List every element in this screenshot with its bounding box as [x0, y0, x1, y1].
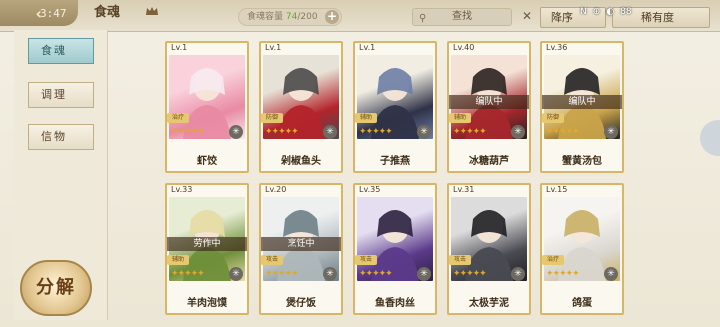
system-status-bar: N ⊕ ◐ 88	[580, 5, 632, 19]
food-soul-card[interactable]: Lv.36 防御 ✦✦✦✦✦ ✳ 蟹黄汤包 编队中	[540, 41, 624, 173]
role-badge: 攻击	[449, 255, 471, 265]
status-icon: ⊕	[592, 7, 601, 17]
tab-label: 食魂	[41, 44, 67, 57]
search-input[interactable]: ⚲ 查找	[412, 8, 512, 26]
card-level: Lv.1	[359, 43, 376, 52]
card-name: 虾饺	[197, 156, 217, 167]
top-bar: ‹ 3:47 食魂 食魂容量 74/200 + ⚲ 查找 ✕ 降序 稀有度 N …	[0, 0, 720, 32]
role-badge: 治疗	[542, 255, 564, 265]
status-tag: 编队中	[449, 95, 529, 109]
card-name: 鱼香肉丝	[375, 298, 415, 309]
food-soul-card[interactable]: Lv.1 治疗 ✦✦✦✦✦ ✳ 虾饺	[165, 41, 249, 173]
decompose-button[interactable]: 分解	[20, 260, 92, 316]
sort-label: 降序	[551, 11, 573, 24]
card-name: 太极芋泥	[469, 298, 509, 309]
tab-food-soul[interactable]: 食魂	[28, 38, 94, 64]
role-badge: 防御	[261, 113, 283, 123]
capacity-display: 食魂容量 74/200 +	[238, 8, 342, 26]
food-soul-card[interactable]: Lv.31 攻击 ✦✦✦✦✦ ✳ 太极芋泥	[447, 183, 531, 315]
tab-token[interactable]: 信物	[28, 124, 94, 150]
filter-label: 稀有度	[641, 11, 674, 24]
search-label: 查找	[452, 11, 472, 22]
star-rating: ✦✦✦✦✦	[265, 127, 299, 137]
back-arrow-icon: ‹	[34, 4, 44, 23]
star-rating: ✦✦✦✦✦	[265, 269, 299, 279]
back-button[interactable]: ‹ 3:47	[0, 0, 78, 26]
role-badge: 辅助	[355, 113, 377, 123]
star-rating: ✦✦✦✦✦	[171, 127, 205, 137]
class-icon: ✳	[417, 125, 431, 139]
card-name: 蟹黄汤包	[562, 156, 602, 167]
class-icon: ✳	[604, 125, 618, 139]
card-name: 鸽蛋	[572, 298, 592, 309]
food-soul-card[interactable]: Lv.1 防御 ✦✦✦✦✦ ✳ 剁椒鱼头	[259, 41, 343, 173]
food-soul-card[interactable]: Lv.15 治疗 ✦✦✦✦✦ ✳ 鸽蛋	[540, 183, 624, 315]
star-rating: ✦✦✦✦✦	[546, 269, 580, 279]
star-rating: ✦✦✦✦✦	[359, 269, 393, 279]
status-tag: 劳作中	[167, 237, 247, 251]
card-name: 羊肉泡馍	[187, 298, 227, 309]
food-soul-card[interactable]: Lv.40 辅助 ✦✦✦✦✦ ✳ 冰糖葫芦 编队中	[447, 41, 531, 173]
capacity-label: 食魂容量	[247, 12, 284, 22]
card-level: Lv.31	[453, 185, 475, 194]
role-badge: 攻击	[261, 255, 283, 265]
star-rating: ✦✦✦✦✦	[453, 269, 487, 279]
card-name: 剁椒鱼头	[281, 156, 321, 167]
status-tag: 烹饪中	[261, 237, 341, 251]
class-icon: ✳	[511, 267, 525, 281]
crown-icon	[146, 7, 158, 15]
food-soul-card[interactable]: Lv.35 攻击 ✦✦✦✦✦ ✳ 鱼香肉丝	[353, 183, 437, 315]
class-icon: ✳	[323, 267, 337, 281]
tab-label: 信物	[41, 130, 67, 143]
capacity-total: /200	[297, 12, 318, 22]
card-level: Lv.1	[171, 43, 188, 52]
class-icon: ✳	[511, 125, 525, 139]
decompose-label: 分解	[36, 277, 76, 298]
food-soul-card[interactable]: Lv.33 辅助 ✦✦✦✦✦ ✳ 羊肉泡馍 劳作中	[165, 183, 249, 315]
status-tag: 编队中	[542, 95, 622, 109]
card-level: Lv.40	[453, 43, 475, 52]
capacity-current: 74	[285, 12, 298, 22]
back-label: 3:47	[40, 6, 67, 20]
close-icon[interactable]: ✕	[522, 10, 534, 22]
role-badge: 治疗	[167, 113, 189, 123]
card-name: 煲仔饭	[286, 298, 316, 309]
tab-conditioning[interactable]: 调理	[28, 82, 94, 108]
add-capacity-button[interactable]: +	[325, 10, 339, 24]
battery-icon: 88	[620, 7, 632, 17]
card-level: Lv.33	[171, 185, 193, 194]
card-name: 子推燕	[380, 156, 410, 167]
card-level: Lv.36	[546, 43, 568, 52]
role-badge: 辅助	[449, 113, 471, 123]
card-level: Lv.15	[546, 185, 568, 194]
role-badge: 辅助	[167, 255, 189, 265]
card-name: 冰糖葫芦	[469, 156, 509, 167]
card-level: Lv.20	[265, 185, 287, 194]
class-icon: ✳	[417, 267, 431, 281]
star-rating: ✦✦✦✦✦	[453, 127, 487, 137]
food-soul-card[interactable]: Lv.1 辅助 ✦✦✦✦✦ ✳ 子推燕	[353, 41, 437, 173]
class-icon: ✳	[323, 125, 337, 139]
role-badge: 防御	[542, 113, 564, 123]
class-icon: ✳	[229, 125, 243, 139]
card-level: Lv.35	[359, 185, 381, 194]
tab-label: 调理	[41, 88, 67, 101]
role-badge: 攻击	[355, 255, 377, 265]
star-rating: ✦✦✦✦✦	[359, 127, 393, 137]
side-handle[interactable]	[700, 120, 720, 156]
class-icon: ✳	[604, 267, 618, 281]
star-rating: ✦✦✦✦✦	[171, 269, 205, 279]
food-soul-card[interactable]: Lv.20 攻击 ✦✦✦✦✦ ✳ 煲仔饭 烹饪中	[259, 183, 343, 315]
card-level: Lv.1	[265, 43, 282, 52]
search-icon: ⚲	[419, 13, 427, 24]
status-icon: ◐	[606, 7, 615, 17]
class-icon: ✳	[229, 267, 243, 281]
status-icon: N	[580, 7, 587, 17]
star-rating: ✦✦✦✦✦	[546, 127, 580, 137]
